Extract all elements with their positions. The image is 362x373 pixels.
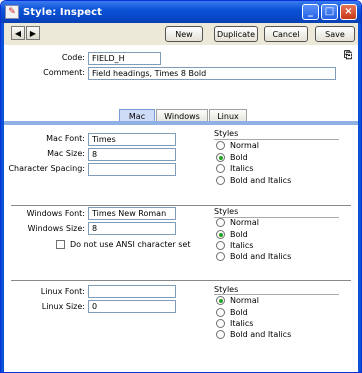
mac-font-label: Mac Font: — [46, 134, 85, 143]
linux-styles-title: Styles — [214, 285, 239, 294]
previous-record-button[interactable]: ◀ — [11, 26, 25, 40]
close-icon: × — [344, 6, 353, 17]
windows-style-italics[interactable]: Italics — [216, 241, 253, 250]
arrow-left-icon: ◀ — [14, 28, 22, 38]
save-button-label: Save — [325, 29, 345, 39]
checkbox-icon — [56, 240, 65, 249]
windows-size-field[interactable]: 8 — [88, 222, 176, 235]
comment-label: Comment: — [43, 68, 85, 77]
ansi-checkbox-label: Do not use ANSI character set — [70, 240, 191, 249]
mac-size-label: Mac Size: — [47, 149, 85, 158]
code-field[interactable]: FIELD_H — [88, 52, 161, 65]
duplicate-button[interactable]: Duplicate — [214, 26, 258, 42]
linux-style-italics-label: Italics — [230, 319, 254, 328]
windows-font-field[interactable]: Times New Roman — [88, 207, 176, 220]
tab-band — [4, 121, 358, 125]
mac-style-normal-label: Normal — [230, 141, 259, 150]
windows-style-bold-italics-label: Bold and Italics — [230, 252, 292, 261]
mac-style-bold-label: Bold — [230, 153, 248, 162]
cancel-button[interactable]: Cancel — [264, 26, 308, 42]
close-button[interactable]: × — [340, 4, 357, 20]
linux-styles-divider — [214, 294, 339, 295]
windows-font-label: Windows Font: — [26, 209, 85, 218]
windows-style-normal[interactable]: Normal — [216, 218, 259, 227]
linux-size-field[interactable]: 0 — [88, 300, 176, 313]
inspect-form: Code: FIELD_H ⎘ Comment: Field headings,… — [4, 45, 358, 372]
radio-icon — [216, 252, 225, 261]
tab-mac-label: Mac — [128, 111, 146, 121]
ansi-checkbox[interactable]: Do not use ANSI character set — [56, 240, 190, 249]
radio-icon — [216, 241, 225, 250]
new-button-label: New — [175, 29, 193, 39]
radio-icon — [216, 218, 225, 227]
linux-font-field[interactable] — [88, 285, 176, 298]
mac-style-bold[interactable]: Bold — [216, 153, 248, 162]
window-content: ◀ ▶ New Duplicate Cancel Save Code: FIEL… — [1, 23, 361, 372]
minimize-icon: _ — [308, 6, 313, 17]
mac-style-bold-italics-label: Bold and Italics — [230, 176, 292, 185]
character-spacing-field[interactable] — [88, 163, 176, 176]
arrow-right-icon: ▶ — [29, 28, 37, 38]
cancel-button-label: Cancel — [272, 29, 300, 39]
mac-styles-divider — [214, 139, 339, 140]
tab-linux-label: Linux — [217, 111, 239, 121]
window-title: Style: Inspect — [23, 6, 103, 18]
inspect-window: ✎ Style: Inspect _ □ × ◀ ▶ New Duplicate — [0, 0, 362, 373]
linux-style-italics[interactable]: Italics — [216, 319, 253, 328]
radio-icon — [216, 330, 225, 339]
title-bar[interactable]: ✎ Style: Inspect _ □ × — [1, 1, 361, 23]
minimize-button[interactable]: _ — [302, 4, 319, 20]
mac-style-italics-label: Italics — [230, 164, 254, 173]
windows-style-bold-label: Bold — [230, 230, 248, 239]
mac-size-field[interactable]: 8 — [88, 148, 176, 161]
section-divider — [11, 280, 351, 281]
toolbar: ◀ ▶ New Duplicate Cancel Save — [4, 23, 358, 45]
comment-field[interactable]: Field headings, Times 8 Bold — [88, 67, 336, 80]
linux-style-bold[interactable]: Bold — [216, 308, 248, 317]
mac-style-bold-italics[interactable]: Bold and Italics — [216, 176, 291, 185]
radio-selected-icon — [216, 296, 225, 305]
mac-style-italics[interactable]: Italics — [216, 164, 253, 173]
app-icon: ✎ — [5, 5, 19, 19]
linux-style-normal[interactable]: Normal — [216, 296, 259, 305]
linux-style-normal-label: Normal — [230, 296, 259, 305]
linux-style-bold-label: Bold — [230, 308, 248, 317]
maximize-button[interactable]: □ — [321, 4, 338, 20]
character-spacing-label: Character Spacing: — [8, 164, 85, 173]
next-record-button[interactable]: ▶ — [26, 26, 40, 40]
section-divider — [11, 205, 351, 206]
radio-icon — [216, 164, 225, 173]
radio-icon — [216, 319, 225, 328]
radio-icon — [216, 141, 225, 150]
windows-style-bold-italics[interactable]: Bold and Italics — [216, 252, 291, 261]
windows-styles-title: Styles — [214, 207, 239, 216]
windows-size-label: Windows Size: — [27, 224, 85, 233]
linux-style-bold-italics-label: Bold and Italics — [230, 330, 292, 339]
new-button[interactable]: New — [165, 26, 203, 42]
save-button[interactable]: Save — [315, 26, 355, 42]
maximize-icon: □ — [324, 6, 335, 17]
linux-style-bold-italics[interactable]: Bold and Italics — [216, 330, 291, 339]
radio-icon — [216, 176, 225, 185]
tab-windows-label: Windows — [164, 111, 200, 121]
windows-style-bold[interactable]: Bold — [216, 230, 248, 239]
linux-size-label: Linux Size: — [41, 302, 85, 311]
code-label: Code: — [61, 53, 85, 62]
windows-style-normal-label: Normal — [230, 218, 259, 227]
mac-style-normal[interactable]: Normal — [216, 141, 259, 150]
linux-font-label: Linux Font: — [40, 287, 85, 296]
paperclip-icon[interactable]: ⎘ — [344, 50, 352, 61]
radio-selected-icon — [216, 230, 225, 239]
windows-style-italics-label: Italics — [230, 241, 254, 250]
radio-selected-icon — [216, 153, 225, 162]
radio-icon — [216, 308, 225, 317]
duplicate-button-label: Duplicate — [216, 29, 256, 39]
mac-font-field[interactable]: Times — [88, 133, 176, 146]
mac-styles-title: Styles — [214, 129, 239, 138]
